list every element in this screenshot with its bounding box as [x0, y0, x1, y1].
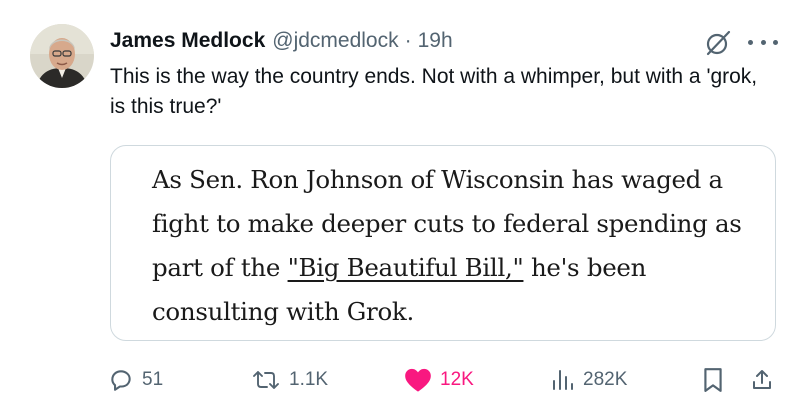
quote-card-text: As Sen. Ron Johnson of Wisconsin has wag…: [152, 158, 762, 334]
repost-icon: [253, 371, 279, 389]
like-count: 12K: [440, 369, 474, 390]
author-handle[interactable]: @jdcmedlock: [272, 28, 398, 54]
bookmark-button[interactable]: [702, 360, 724, 400]
reply-button[interactable]: 51: [108, 360, 163, 400]
repost-button[interactable]: 1.1K: [251, 360, 328, 400]
action-bar: 51 1.1K 12K 282K: [0, 360, 812, 400]
grok-icon[interactable]: [704, 29, 732, 57]
quote-card[interactable]: As Sen. Ron Johnson of Wisconsin has wag…: [110, 145, 776, 341]
bookmark-icon: [704, 368, 722, 392]
avatar-image: [30, 24, 94, 88]
share-icon: [753, 370, 771, 389]
repost-count: 1.1K: [289, 369, 329, 390]
quote-link[interactable]: "Big Beautiful Bill,": [288, 253, 524, 282]
heart-icon: [405, 368, 431, 392]
views-icon: [553, 370, 573, 390]
reply-count: 51: [142, 369, 164, 390]
views-count: 282K: [583, 369, 628, 390]
share-button[interactable]: [750, 360, 774, 400]
like-button[interactable]: 12K: [404, 360, 474, 400]
separator-dot: ·: [404, 29, 412, 52]
author-name[interactable]: James Medlock: [110, 28, 265, 54]
timestamp[interactable]: 19h: [418, 28, 453, 54]
tweet-header: James Medlock @jdcmedlock · 19h: [110, 28, 453, 54]
avatar[interactable]: [30, 24, 94, 88]
views-button[interactable]: 282K: [551, 360, 627, 400]
reply-icon: [111, 370, 131, 391]
more-icon[interactable]: [748, 30, 778, 54]
tweet-text: This is the way the country ends. Not wi…: [110, 65, 758, 118]
